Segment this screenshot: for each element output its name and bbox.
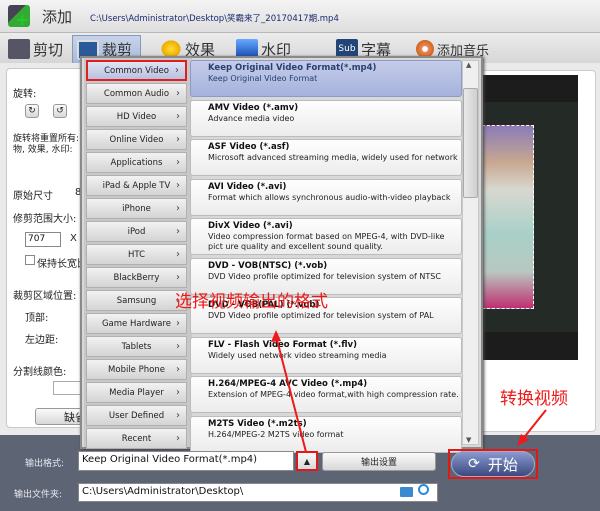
search-icon[interactable]: [418, 484, 429, 495]
arrow-to-list: [275, 335, 307, 453]
output-settings-button[interactable]: 输出设置: [322, 452, 436, 471]
arrowhead: [271, 330, 281, 342]
start-label: 开始: [487, 455, 518, 474]
folder-icon[interactable]: [400, 487, 413, 497]
arrowhead: [517, 434, 529, 446]
arrow-to-start: [521, 409, 547, 441]
output-folder-field[interactable]: C:\Users\Administrator\Desktop\: [78, 483, 438, 502]
start-button[interactable]: ⟳ 开始: [451, 451, 535, 477]
output-format-field[interactable]: Keep Original Video Format(*.mp4): [78, 451, 294, 471]
caret-up-icon: ▲: [303, 456, 311, 466]
output-format-label: 输出格式:: [25, 459, 65, 469]
refresh-icon: ⟳: [468, 456, 480, 472]
annotation-arrows: [271, 330, 547, 453]
output-folder-label: 输出文件夹:: [14, 490, 63, 500]
format-dropdown-button[interactable]: ▲: [296, 451, 318, 471]
